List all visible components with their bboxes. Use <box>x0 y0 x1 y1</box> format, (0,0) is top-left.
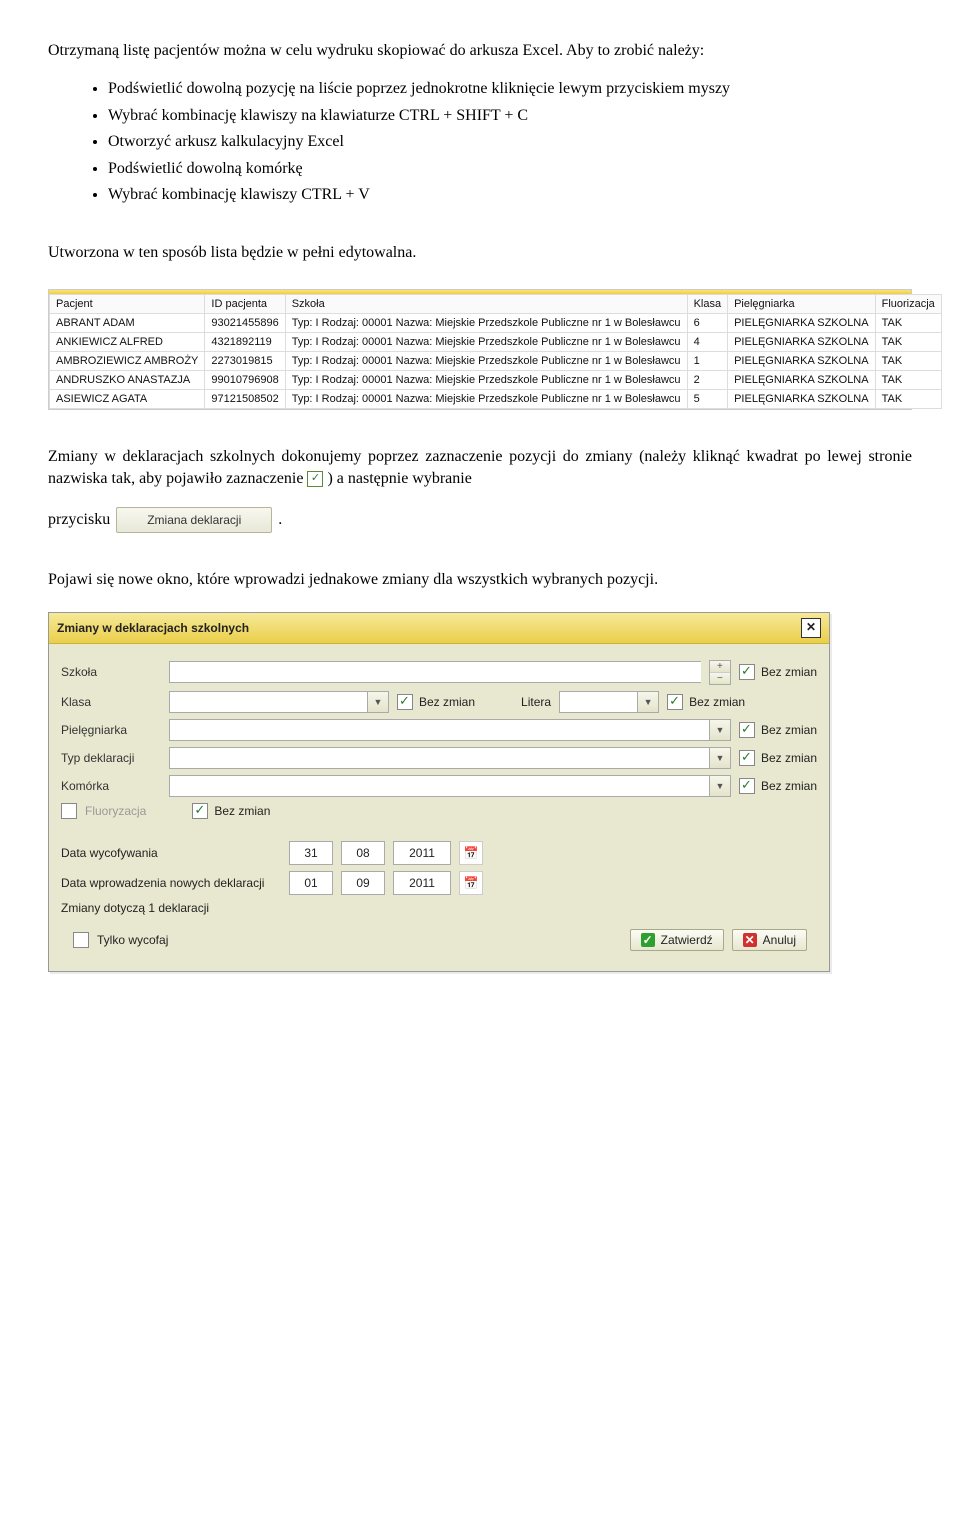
label-fluor: Fluoryzacja <box>85 804 146 818</box>
date-year-input[interactable]: 2011 <box>393 871 451 895</box>
col-klasa: Klasa <box>687 294 728 313</box>
label-szkola: Szkoła <box>61 665 161 679</box>
chevron-down-icon[interactable]: ▼ <box>637 691 659 713</box>
list-item: Wybrać kombinację klawiszy CTRL + V <box>108 184 912 206</box>
fluor-checkbox[interactable] <box>61 803 77 819</box>
date-year-input[interactable]: 2011 <box>393 841 451 865</box>
date-day-input[interactable]: 31 <box>289 841 333 865</box>
zatwierdz-button[interactable]: ✓ Zatwierdź <box>630 929 724 951</box>
plus-icon[interactable]: + <box>710 661 730 673</box>
check-icon: ✓ <box>641 933 655 947</box>
table-row: AMBROZIEWICZ AMBROŻY2273019815Typ: I Rod… <box>50 351 942 370</box>
changes-paragraph-2: przycisku Zmiana deklaracji . <box>48 507 912 534</box>
bezzmian-label: Bez zmian <box>761 665 817 679</box>
bezzmian-checkbox[interactable] <box>739 664 755 680</box>
minus-icon[interactable]: − <box>710 673 730 684</box>
intro-paragraph: Otrzymaną listę pacjentów można w celu w… <box>48 40 912 62</box>
bezzmian-label: Bez zmian <box>761 723 817 737</box>
add-remove-stepper[interactable]: + − <box>709 660 731 685</box>
chevron-down-icon[interactable]: ▼ <box>367 691 389 713</box>
klasa-input[interactable] <box>169 691 367 713</box>
date-month-input[interactable]: 08 <box>341 841 385 865</box>
new-window-paragraph: Pojawi się nowe okno, które wprowadzi je… <box>48 569 912 591</box>
bezzmian-label: Bez zmian <box>689 695 745 709</box>
dialog-title: Zmiany w deklaracjach szkolnych <box>57 621 249 635</box>
checkbox-checked-icon <box>307 471 323 487</box>
table-row: ANKIEWICZ ALFRED4321892119Typ: I Rodzaj:… <box>50 332 942 351</box>
changes-dialog: Zmiany w deklaracjach szkolnych ✕ Szkoła… <box>48 612 830 972</box>
bezzmian-checkbox[interactable] <box>192 803 208 819</box>
col-id: ID pacjenta <box>205 294 285 313</box>
label-komorka: Komórka <box>61 779 161 793</box>
bezzmian-label: Bez zmian <box>761 779 817 793</box>
text: . <box>278 511 282 528</box>
anuluj-label: Anuluj <box>763 933 796 947</box>
date-day-input[interactable]: 01 <box>289 871 333 895</box>
patients-table: Pacjent ID pacjenta Szkoła Klasa Pielęgn… <box>48 289 912 410</box>
tylko-wycofaj-checkbox[interactable] <box>73 932 89 948</box>
dialog-titlebar: Zmiany w deklaracjach szkolnych ✕ <box>49 613 829 644</box>
list-item: Podświetlić dowolną komórkę <box>108 158 912 180</box>
chevron-down-icon[interactable]: ▼ <box>709 719 731 741</box>
list-item: Wybrać kombinację klawiszy na klawiaturz… <box>108 105 912 127</box>
col-fluor: Fluorizacja <box>875 294 941 313</box>
calendar-icon[interactable]: 📅 <box>459 871 483 895</box>
list-item: Podświetlić dowolną pozycję na liście po… <box>108 78 912 100</box>
bezzmian-checkbox[interactable] <box>397 694 413 710</box>
chevron-down-icon[interactable]: ▼ <box>709 775 731 797</box>
bezzmian-label: Bez zmian <box>761 751 817 765</box>
table-row: ASIEWICZ AGATA97121508502Typ: I Rodzaj: … <box>50 389 942 408</box>
zmiana-deklaracji-button[interactable]: Zmiana deklaracji <box>116 507 272 534</box>
label-pieleg: Pielęgniarka <box>61 723 161 737</box>
label-data-wycof: Data wycofywania <box>61 846 281 860</box>
text: Zmiany w deklaracjach szkolnych dokonuje… <box>48 448 912 487</box>
bezzmian-label: Bez zmian <box>214 804 270 818</box>
label-data-wprow: Data wprowadzenia nowych deklaracji <box>61 876 281 890</box>
table-row: ANDRUSZKO ANASTAZJA99010796908Typ: I Rod… <box>50 370 942 389</box>
result-paragraph: Utworzona w ten sposób lista będzie w pe… <box>48 242 912 264</box>
table-header-row: Pacjent ID pacjenta Szkoła Klasa Pielęgn… <box>50 294 942 313</box>
text: ) a następnie wybranie <box>327 470 471 487</box>
tylko-wycofaj-label: Tylko wycofaj <box>97 933 168 947</box>
zmiany-dotycza-label: Zmiany dotyczą 1 deklaracji <box>61 901 209 915</box>
label-typ: Typ deklaracji <box>61 751 161 765</box>
col-szkola: Szkoła <box>285 294 687 313</box>
szkola-input[interactable] <box>169 661 701 683</box>
label-litera: Litera <box>521 695 551 709</box>
anuluj-button[interactable]: ✕ Anuluj <box>732 929 807 951</box>
bezzmian-checkbox[interactable] <box>667 694 683 710</box>
label-klasa: Klasa <box>61 695 161 709</box>
steps-list: Podświetlić dowolną pozycję na liście po… <box>48 78 912 206</box>
komorka-input[interactable] <box>169 775 709 797</box>
date-month-input[interactable]: 09 <box>341 871 385 895</box>
col-pieleg: Pielęgniarka <box>728 294 876 313</box>
pieleg-input[interactable] <box>169 719 709 741</box>
close-icon[interactable]: ✕ <box>801 618 821 638</box>
chevron-down-icon[interactable]: ▼ <box>709 747 731 769</box>
bezzmian-checkbox[interactable] <box>739 778 755 794</box>
text: przycisku <box>48 511 114 528</box>
bezzmian-checkbox[interactable] <box>739 722 755 738</box>
list-item: Otworzyć arkusz kalkulacyjny Excel <box>108 131 912 153</box>
changes-paragraph: Zmiany w deklaracjach szkolnych dokonuje… <box>48 446 912 491</box>
bezzmian-checkbox[interactable] <box>739 750 755 766</box>
calendar-icon[interactable]: 📅 <box>459 841 483 865</box>
typ-input[interactable] <box>169 747 709 769</box>
zatwierdz-label: Zatwierdź <box>661 933 713 947</box>
bezzmian-label: Bez zmian <box>419 695 475 709</box>
close-icon: ✕ <box>743 933 757 947</box>
table-row: ABRANT ADAM93021455896Typ: I Rodzaj: 000… <box>50 313 942 332</box>
col-pacjent: Pacjent <box>50 294 205 313</box>
litera-input[interactable] <box>559 691 637 713</box>
